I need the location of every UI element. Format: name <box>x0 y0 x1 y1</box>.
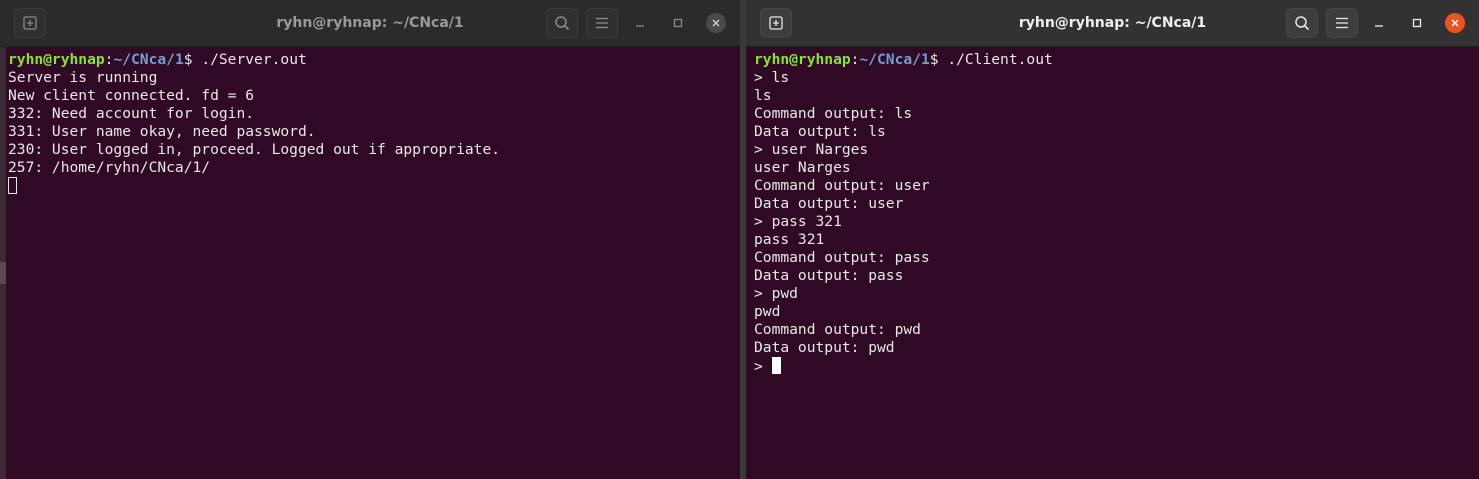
output-line: Command output: user <box>754 177 930 194</box>
output-line: > pwd <box>754 285 798 302</box>
prompt-path: ~/CNca/1 <box>859 51 930 68</box>
output-line: New client connected. fd = 6 <box>8 87 255 104</box>
hamburger-menu-icon <box>596 17 608 29</box>
server-titlebar[interactable]: ryhn@ryhnap: ~/CNca/1 <box>0 0 740 47</box>
text-cursor <box>771 357 781 374</box>
minimize-button[interactable] <box>630 13 650 33</box>
output-line: pwd <box>754 303 781 320</box>
new-tab-button[interactable] <box>14 8 46 38</box>
maximize-icon <box>1412 18 1422 28</box>
edge-handle <box>0 262 6 284</box>
output-line: Server is running <box>8 69 158 86</box>
output-line: > ls <box>754 69 790 86</box>
close-icon <box>1451 19 1459 27</box>
client-terminal-output[interactable]: ryhn@ryhnap:~/CNca/1$ ./Client.out > ls ls… <box>746 47 1479 479</box>
input-line[interactable]: > <box>754 357 1479 375</box>
search-icon <box>555 16 570 31</box>
window-title: ryhn@ryhnap: ~/CNca/1 <box>276 15 464 31</box>
output-line: Command output: pass <box>754 249 930 266</box>
output-line: user Narges <box>754 159 851 176</box>
prompt-command: ./Client.out <box>947 51 1053 68</box>
menu-button[interactable] <box>586 8 618 38</box>
output-line: 257: /home/ryhn/CNca/1/ <box>8 159 211 176</box>
prompt-command: ./Server.out <box>201 51 307 68</box>
output-line: Data output: user <box>754 195 904 212</box>
new-tab-button[interactable] <box>760 8 792 38</box>
new-tab-icon <box>769 16 783 30</box>
client-terminal-window[interactable]: ryhn@ryhnap: ~/CNca/1 ryhn@ryhnap:~/CNca… <box>746 0 1479 479</box>
input-prompt: > <box>754 358 772 375</box>
cursor-line <box>8 177 740 195</box>
minimize-button[interactable] <box>1369 13 1389 33</box>
output-line: 230: User logged in, proceed. Logged out… <box>8 141 501 158</box>
hamburger-menu-icon <box>1336 17 1348 29</box>
prompt-line: ryhn@ryhnap:~/CNca/1$ ./Client.out <box>754 51 1479 69</box>
prompt-line: ryhn@ryhnap:~/CNca/1$ ./Server.out <box>8 51 740 69</box>
output-line: Data output: pass <box>754 267 904 284</box>
prompt-dollar: $ <box>929 51 948 68</box>
output-line: Command output: ls <box>754 105 913 122</box>
minimize-icon <box>636 25 644 27</box>
close-button[interactable] <box>1445 13 1465 33</box>
server-terminal-output[interactable]: ryhn@ryhnap:~/CNca/1$ ./Server.out Server… <box>0 47 740 479</box>
maximize-button[interactable] <box>1407 13 1427 33</box>
output-line: > user Narges <box>754 141 869 158</box>
output-line: ls <box>754 87 772 104</box>
output-line: 331: User name okay, need password. <box>8 123 316 140</box>
close-button[interactable] <box>706 13 726 33</box>
prompt-dollar: $ <box>183 51 202 68</box>
output-line: Command output: pwd <box>754 321 921 338</box>
desktop-edge-strip <box>0 47 6 479</box>
output-line: pass 321 <box>754 231 825 248</box>
search-button[interactable] <box>546 8 578 38</box>
minimize-icon <box>1375 25 1383 27</box>
output-line: > pass 321 <box>754 213 842 230</box>
search-button[interactable] <box>1286 8 1318 38</box>
maximize-icon <box>673 18 683 28</box>
prompt-user: ryhn@ryhnap <box>8 51 105 68</box>
client-titlebar[interactable]: ryhn@ryhnap: ~/CNca/1 <box>746 0 1479 47</box>
text-cursor <box>8 177 17 194</box>
close-icon <box>712 19 720 27</box>
search-icon <box>1295 16 1310 31</box>
prompt-path: ~/CNca/1 <box>113 51 184 68</box>
output-line: Data output: ls <box>754 123 886 140</box>
server-terminal-window[interactable]: ryhn@ryhnap: ~/CNca/1 ryhn@ryhnap:~/CNca… <box>0 0 740 479</box>
maximize-button[interactable] <box>668 13 688 33</box>
desktop: ryhn@ryhnap: ~/CNca/1 ryhn@ryhnap:~/CNca… <box>0 0 1479 479</box>
new-tab-icon <box>23 16 37 30</box>
prompt-user: ryhn@ryhnap <box>754 51 851 68</box>
output-line: Data output: pwd <box>754 339 895 356</box>
output-line: 332: Need account for login. <box>8 105 255 122</box>
menu-button[interactable] <box>1326 8 1358 38</box>
